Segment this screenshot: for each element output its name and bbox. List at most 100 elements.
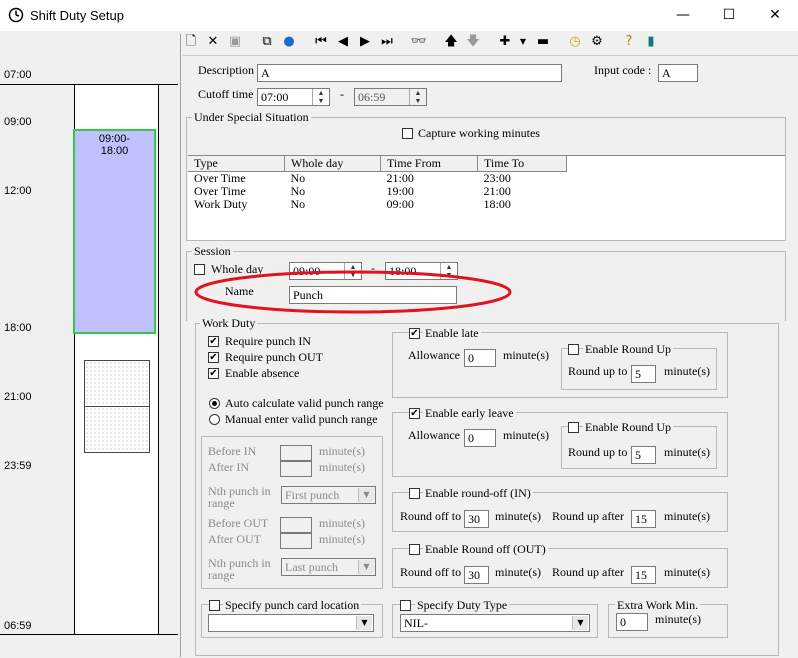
cutoff-to-input: 06:59 ▲ ▼ xyxy=(354,88,427,106)
late-roundup-to-input[interactable]: 5 xyxy=(631,365,656,383)
last-record-icon[interactable]: ⏭ xyxy=(378,33,396,51)
table-row[interactable]: Work Duty No 09:00 18:00 xyxy=(188,198,567,211)
late-allowance-input[interactable]: 0 xyxy=(464,349,496,367)
remove-icon[interactable]: ▬ xyxy=(534,33,552,51)
punch-card-checkbox[interactable] xyxy=(209,600,220,611)
before-in-input xyxy=(280,445,312,461)
after-in-label: After IN xyxy=(208,460,249,474)
roundoff-out-off-label: Round off to xyxy=(400,565,462,579)
move-up-icon[interactable]: 🡅 xyxy=(442,33,460,51)
input-code-label: Input code : xyxy=(594,63,652,77)
before-out-input xyxy=(280,517,312,533)
duty-type-select[interactable]: NIL- ▼ xyxy=(400,614,590,632)
copy-icon[interactable]: ⧉ xyxy=(258,33,276,51)
extra-work-input[interactable]: 0 xyxy=(616,613,648,631)
overtime-block[interactable] xyxy=(84,406,150,453)
chevron-down-icon: ▼ xyxy=(572,616,588,630)
auto-calculate-label: Auto calculate valid punch range xyxy=(225,396,384,410)
overtime-block[interactable] xyxy=(84,360,150,407)
duty-type-checkbox[interactable] xyxy=(400,600,411,611)
manual-enter-radio[interactable] xyxy=(209,414,220,425)
column-header-whole-day[interactable]: Whole day xyxy=(284,156,381,172)
options-icon[interactable]: ⚙ xyxy=(588,33,606,51)
after-in-input xyxy=(280,461,312,477)
add-icon[interactable]: ✚ xyxy=(496,33,514,51)
early-roundup-checkbox[interactable] xyxy=(568,422,579,433)
clock-icon[interactable]: ◷ xyxy=(566,33,584,51)
chevron-down-icon: ▼ xyxy=(356,616,372,630)
input-code-field[interactable]: A xyxy=(658,64,698,82)
early-allowance-input[interactable]: 0 xyxy=(464,429,496,447)
delete-icon[interactable]: ✕ xyxy=(204,33,222,51)
roundoff-out-off-input[interactable]: 30 xyxy=(464,566,489,584)
early-roundup-label: Enable Round Up xyxy=(583,420,673,435)
globe-icon[interactable]: ● xyxy=(280,33,298,51)
timeline-canvas[interactable]: 07:00 09:00 12:00 18:00 21:00 23:59 06:5… xyxy=(0,34,180,657)
roundoff-in-after-unit: minute(s) xyxy=(664,509,710,523)
cutoff-separator: - xyxy=(340,87,344,101)
roundoff-out-checkbox[interactable] xyxy=(409,544,420,555)
first-punch-select: First punch ▼ xyxy=(281,486,376,504)
last-punch-select: Last punch ▼ xyxy=(281,558,376,576)
early-roundup-to-input[interactable]: 5 xyxy=(631,446,656,464)
add-dropdown-icon[interactable]: ▼ xyxy=(514,33,532,51)
roundoff-in-after-input[interactable]: 15 xyxy=(631,510,656,528)
table-cell: No xyxy=(290,171,306,185)
work-duty-block[interactable]: 09:00- 18:00 xyxy=(73,129,156,334)
late-roundup-checkbox[interactable] xyxy=(568,344,579,355)
roundoff-out-label: Enable Round off (OUT) xyxy=(423,542,548,557)
first-punch-value: First punch xyxy=(285,488,340,502)
early-roundup-unit: minute(s) xyxy=(664,445,710,459)
column-header-type[interactable]: Type xyxy=(188,156,285,172)
cutoff-time-label: Cutoff time xyxy=(198,87,254,101)
time-label: 12:00 xyxy=(4,185,32,197)
previous-record-icon[interactable]: ◀ xyxy=(334,33,352,51)
new-icon[interactable]: 🗋 xyxy=(182,33,200,51)
close-button[interactable]: ✕ xyxy=(752,0,798,31)
late-roundup-unit: minute(s) xyxy=(664,364,710,378)
extra-work-label: Extra Work Min. xyxy=(615,598,701,613)
require-punch-in-checkbox[interactable]: ✔ xyxy=(208,336,219,347)
nth-punch-out-line2: range xyxy=(208,568,235,582)
table-row[interactable]: Over Time No 21:00 23:00 xyxy=(188,172,567,186)
move-down-icon[interactable]: 🡇 xyxy=(464,33,482,51)
special-situation-list[interactable]: Type Whole day Time From Time To Over Ti… xyxy=(188,155,785,240)
next-record-icon[interactable]: ▶ xyxy=(356,33,374,51)
roundoff-in-off-label: Round off to xyxy=(400,509,462,523)
late-allowance-unit: minute(s) xyxy=(503,348,549,362)
punch-card-select[interactable]: ▼ xyxy=(208,614,374,632)
cutoff-from-value: 07:00 xyxy=(261,90,289,104)
exit-door-icon[interactable]: ▮ xyxy=(642,33,660,51)
column-header-time-to[interactable]: Time To xyxy=(477,156,567,172)
time-label: 21:00 xyxy=(4,391,32,403)
enable-absence-label: Enable absence xyxy=(225,366,300,380)
cutoff-from-spinner[interactable]: ▲ ▼ xyxy=(312,89,329,105)
enable-absence-checkbox[interactable]: ✔ xyxy=(208,368,219,379)
capture-working-minutes-checkbox[interactable] xyxy=(402,128,413,139)
help-icon[interactable]: ? xyxy=(620,33,638,51)
roundoff-out-after-input[interactable]: 15 xyxy=(631,566,656,584)
extra-work-unit: minute(s) xyxy=(655,612,701,626)
before-in-label: Before IN xyxy=(208,444,257,458)
maximize-button[interactable]: ☐ xyxy=(706,0,752,31)
before-out-label: Before OUT xyxy=(208,516,269,530)
auto-calculate-radio[interactable] xyxy=(209,398,220,409)
column-header-time-from[interactable]: Time From xyxy=(380,156,478,172)
enable-early-checkbox[interactable]: ✔ xyxy=(409,408,420,419)
first-record-icon[interactable]: ⏮ xyxy=(312,33,330,51)
find-binoculars-icon[interactable]: 👓 xyxy=(410,33,428,51)
require-punch-out-checkbox[interactable]: ✔ xyxy=(208,352,219,363)
time-label: 23:59 xyxy=(4,460,32,472)
cutoff-to-spinner: ▲ ▼ xyxy=(409,89,426,105)
after-in-unit: minute(s) xyxy=(319,460,365,474)
roundoff-in-checkbox[interactable] xyxy=(409,488,420,499)
time-label: 07:00 xyxy=(4,69,32,81)
enable-late-label: Enable late xyxy=(423,326,481,341)
minimize-button[interactable]: — xyxy=(660,0,706,31)
enable-late-checkbox[interactable]: ✔ xyxy=(409,328,420,339)
roundoff-in-off-input[interactable]: 30 xyxy=(464,510,489,528)
description-input[interactable]: A xyxy=(257,64,562,82)
cutoff-from-input[interactable]: 07:00 ▲ ▼ xyxy=(257,88,330,106)
save-icon[interactable]: ▣ xyxy=(226,33,244,51)
chevron-down-icon: ▼ xyxy=(358,560,374,574)
